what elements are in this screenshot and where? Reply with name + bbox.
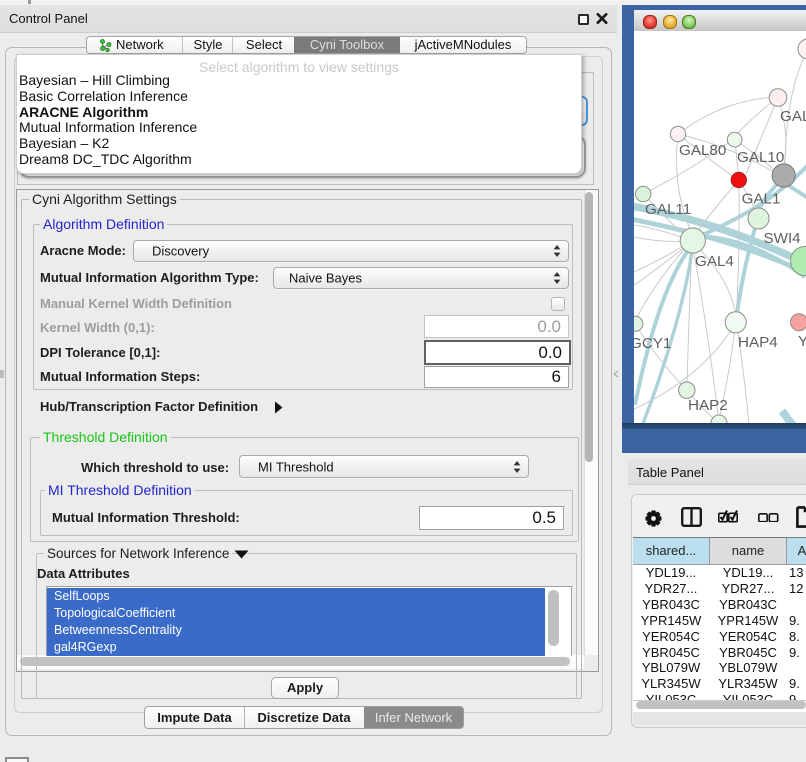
svg-text:GAL11: GAL11 xyxy=(645,201,691,218)
svg-text:SWI4: SWI4 xyxy=(764,230,801,247)
svg-text:HAP4: HAP4 xyxy=(738,334,778,351)
svg-text:GAL: GAL xyxy=(780,108,806,125)
svg-text:GAL4: GAL4 xyxy=(695,253,734,270)
svg-text:GAL80: GAL80 xyxy=(679,142,726,159)
svg-text:Y: Y xyxy=(798,333,806,350)
svg-text:HAP2: HAP2 xyxy=(688,397,728,414)
svg-text:GAL1: GAL1 xyxy=(742,191,781,208)
svg-text:GCY1: GCY1 xyxy=(634,335,671,352)
svg-text:GAL10: GAL10 xyxy=(737,149,784,166)
